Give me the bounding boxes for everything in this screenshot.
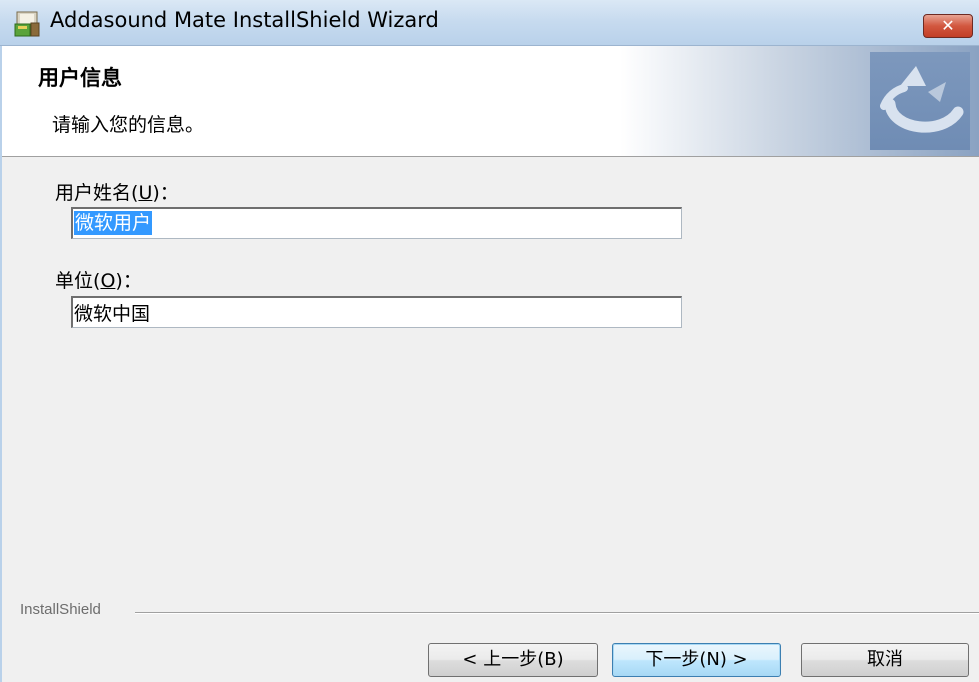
username-label: 用户姓名(U)： [55,182,179,204]
window-title: Addasound Mate InstallShield Wizard [50,8,439,32]
back-button[interactable]: < 上一步(B) [428,643,598,677]
organization-field[interactable] [71,296,682,328]
username-input[interactable] [73,209,681,238]
organization-input[interactable] [73,298,681,327]
username-hotkey: U [138,182,153,204]
page-subtitle: 请输入您的信息。 [52,114,205,136]
footer-divider [135,612,979,614]
wizard-header: 用户信息 请输入您的信息。 [0,46,979,157]
close-icon: ✕ [941,16,955,35]
installshield-logo [870,52,970,150]
cancel-button[interactable]: 取消 [801,643,969,677]
next-button[interactable]: 下一步(N) > [612,643,781,677]
page-title: 用户信息 [38,66,122,90]
close-button[interactable]: ✕ [923,14,973,38]
installer-icon [14,11,40,37]
title-bar[interactable]: Addasound Mate InstallShield Wizard ✕ [0,0,979,46]
organization-label: 单位(O)： [55,270,142,292]
organization-label-text: 单位 [55,270,94,292]
username-label-text: 用户姓名 [55,182,132,204]
installshield-wizard-window: Addasound Mate InstallShield Wizard ✕ 用户… [0,0,979,682]
installshield-brand: InstallShield [20,601,101,618]
window-left-border [0,46,2,682]
organization-hotkey: O [100,270,116,292]
username-field[interactable]: 微软用户 [71,207,682,239]
username-selected-text: 微软用户 [74,211,153,235]
